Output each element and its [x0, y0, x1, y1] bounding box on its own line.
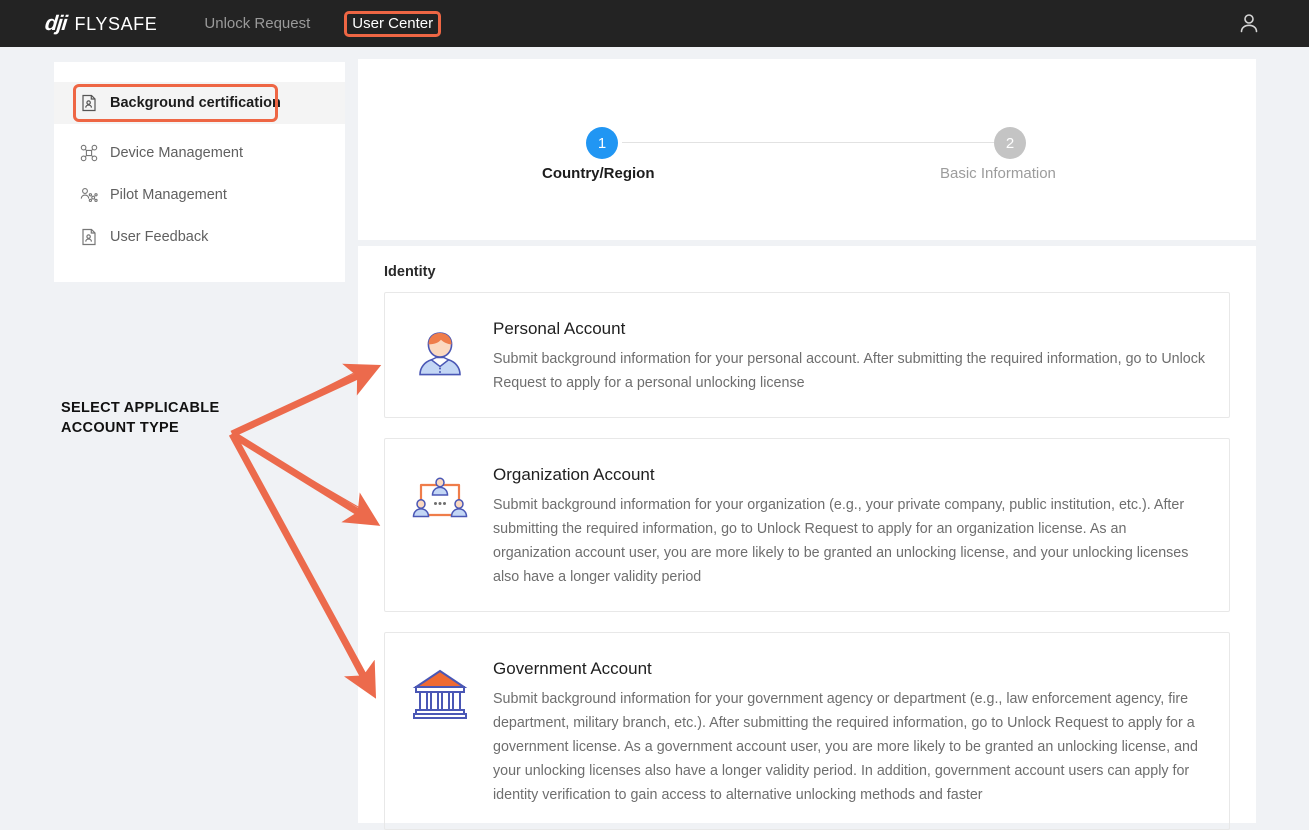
government-account-icon [407, 661, 473, 727]
identity-section: Identity Personal Account Submit backgro… [358, 246, 1256, 830]
identity-section-title: Identity [384, 264, 436, 280]
drone-icon [80, 144, 98, 162]
document-person-icon [80, 94, 98, 112]
personal-account-icon [407, 321, 473, 387]
arrow-to-organization-account [230, 431, 381, 526]
sidebar-item-label: User Feedback [110, 229, 209, 245]
step-2-circle[interactable]: 2 [994, 127, 1026, 159]
sidebar-item-background-certification[interactable]: Background certification [54, 82, 345, 124]
dji-logo-text: dji [43, 11, 68, 35]
document-person-icon [80, 228, 98, 246]
account-option-title: Government Account [493, 659, 652, 678]
sidebar-item-device-management[interactable]: Device Management [54, 132, 345, 174]
nav-item-user-center-wrapper[interactable]: User Center [344, 10, 442, 37]
account-option-organization[interactable]: Organization Account Submit background i… [384, 438, 1230, 612]
sidebar-item-label: Device Management [110, 145, 243, 161]
flysafe-logo-text: FLYSAFE [74, 13, 158, 34]
account-option-description: Submit background information for your g… [493, 691, 1198, 803]
sidebar-item-user-feedback[interactable]: User Feedback [54, 216, 345, 258]
account-option-body: Personal Account Submit background infor… [493, 317, 1207, 395]
account-option-body: Government Account Submit background inf… [493, 657, 1207, 807]
sidebar-item-pilot-management[interactable]: Pilot Management [54, 174, 345, 216]
sidebar-item-label: Pilot Management [110, 187, 227, 203]
dji-flysafe-logo: dji FLYSAFE [43, 11, 158, 36]
nav-item-user-center[interactable]: User Center [352, 15, 433, 32]
sidebar: Background certification Device Manageme… [54, 62, 345, 282]
account-option-description: Submit background information for your p… [493, 351, 1206, 391]
stepper-connector-line [622, 142, 994, 143]
annotation-callout-text: SELECT APPLICABLE ACCOUNT TYPE [61, 400, 220, 436]
sidebar-item-label: Background certification [110, 95, 281, 111]
organization-account-icon [407, 467, 473, 533]
nav-item-unlock-request[interactable]: Unlock Request [204, 15, 310, 32]
step-2-label: Basic Information [940, 165, 1056, 182]
account-option-government[interactable]: Government Account Submit background inf… [384, 632, 1230, 830]
step-1-circle[interactable]: 1 [586, 127, 618, 159]
arrow-to-personal-account [230, 363, 382, 438]
account-option-title: Organization Account [493, 465, 655, 484]
stepper-card: 1 2 Country/Region Basic Information [358, 59, 1256, 240]
account-option-title: Personal Account [493, 319, 626, 338]
arrow-to-government-account [228, 432, 377, 699]
top-navigation-bar: dji FLYSAFE Unlock Request User Center [0, 0, 1309, 47]
step-1-label: Country/Region [542, 165, 655, 182]
account-option-body: Organization Account Submit background i… [493, 463, 1207, 589]
progress-stepper: 1 2 Country/Region Basic Information [358, 59, 1256, 240]
user-avatar-icon[interactable] [1237, 11, 1261, 35]
pilot-icon [80, 186, 98, 204]
account-option-description: Submit background information for your o… [493, 497, 1189, 585]
account-option-personal[interactable]: Personal Account Submit background infor… [384, 292, 1230, 418]
